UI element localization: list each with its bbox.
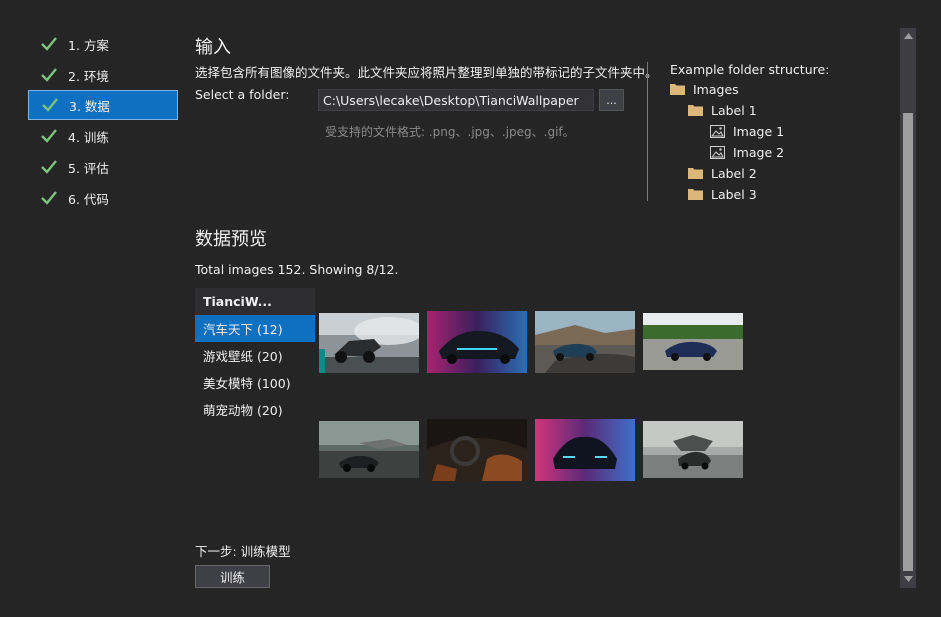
tree-item-label-1: Label 1 <box>688 101 757 119</box>
step-label: 6. 代码 <box>68 191 109 207</box>
tree-item-images: Images <box>670 80 739 98</box>
step-label: 2. 环境 <box>68 68 109 84</box>
scrollbar-thumb[interactable] <box>903 113 913 571</box>
divider <box>647 62 648 201</box>
category-item[interactable]: 游戏壁纸 (20) <box>195 342 315 369</box>
input-title: 输入 <box>195 37 231 58</box>
preview-title: 数据预览 <box>195 229 267 250</box>
scroll-up-icon[interactable] <box>900 28 916 44</box>
supported-formats-hint: 受支持的文件格式: .png、.jpg、.jpeg、.gif。 <box>325 125 575 139</box>
image-thumbnail[interactable] <box>535 419 635 481</box>
checkmark-icon <box>41 160 57 174</box>
step-label: 1. 方案 <box>68 37 109 53</box>
image-thumbnail[interactable] <box>319 313 419 373</box>
image-thumbnail[interactable] <box>535 311 635 373</box>
folder-icon <box>688 168 703 179</box>
tree-label: Images <box>693 81 739 97</box>
example-structure-title: Example folder structure: <box>670 62 830 77</box>
folder-icon <box>688 189 703 200</box>
image-thumbnail[interactable] <box>427 311 527 373</box>
image-thumbnail[interactable] <box>319 421 419 478</box>
train-button[interactable]: 训练 <box>195 565 270 588</box>
step-label: 4. 训练 <box>68 129 109 145</box>
scroll-down-icon[interactable] <box>900 571 916 587</box>
step-code[interactable]: 6. 代码 <box>28 183 178 213</box>
preview-summary: Total images 152. Showing 8/12. <box>195 262 399 277</box>
category-item[interactable]: 汽车天下 (12) <box>195 315 315 342</box>
tree-label: Label 3 <box>711 186 757 202</box>
image-icon <box>710 145 725 159</box>
step-train[interactable]: 4. 训练 <box>28 121 178 151</box>
checkmark-icon <box>41 68 57 82</box>
checkmark-icon <box>41 191 57 205</box>
folder-name-header: TianciW... <box>195 288 315 315</box>
tree-item-image-1: Image 1 <box>710 122 784 140</box>
step-environment[interactable]: 2. 环境 <box>28 60 178 90</box>
tree-label: Image 1 <box>733 123 785 139</box>
step-evaluate[interactable]: 5. 评估 <box>28 152 178 182</box>
image-thumbnail[interactable] <box>643 421 743 478</box>
image-thumbnail[interactable] <box>427 419 527 481</box>
image-thumbnail[interactable] <box>643 313 743 370</box>
browse-button[interactable]: ... <box>599 89 624 111</box>
folder-icon <box>670 84 685 95</box>
folder-icon <box>688 105 703 116</box>
checkmark-icon <box>42 98 58 112</box>
category-list: TianciW... 汽车天下 (12) 游戏壁纸 (20) 美女模特 (100… <box>195 288 315 425</box>
tree-label: Image 2 <box>733 144 785 160</box>
step-plan[interactable]: 1. 方案 <box>28 29 178 59</box>
select-folder-label: Select a folder: <box>195 87 290 102</box>
tree-label: Label 1 <box>711 102 757 118</box>
step-label: 3. 数据 <box>69 98 110 114</box>
category-item[interactable]: 美女模特 (100) <box>195 369 315 396</box>
next-step-label: 下一步: 训练模型 <box>195 544 291 559</box>
step-data[interactable]: 3. 数据 <box>28 90 178 120</box>
tree-item-image-2: Image 2 <box>710 143 784 161</box>
image-icon <box>710 124 725 138</box>
folder-path-input[interactable] <box>318 89 594 111</box>
checkmark-icon <box>41 37 57 51</box>
category-item[interactable]: 萌宠动物 (20) <box>195 396 315 423</box>
tree-item-label-2: Label 2 <box>688 164 757 182</box>
checkmark-icon <box>41 129 57 143</box>
tree-label: Label 2 <box>711 165 757 181</box>
step-label: 5. 评估 <box>68 160 109 176</box>
input-description: 选择包含所有图像的文件夹。此文件夹应将照片整理到单独的带标记的子文件夹中。 <box>195 65 658 80</box>
tree-item-label-3: Label 3 <box>688 185 757 203</box>
